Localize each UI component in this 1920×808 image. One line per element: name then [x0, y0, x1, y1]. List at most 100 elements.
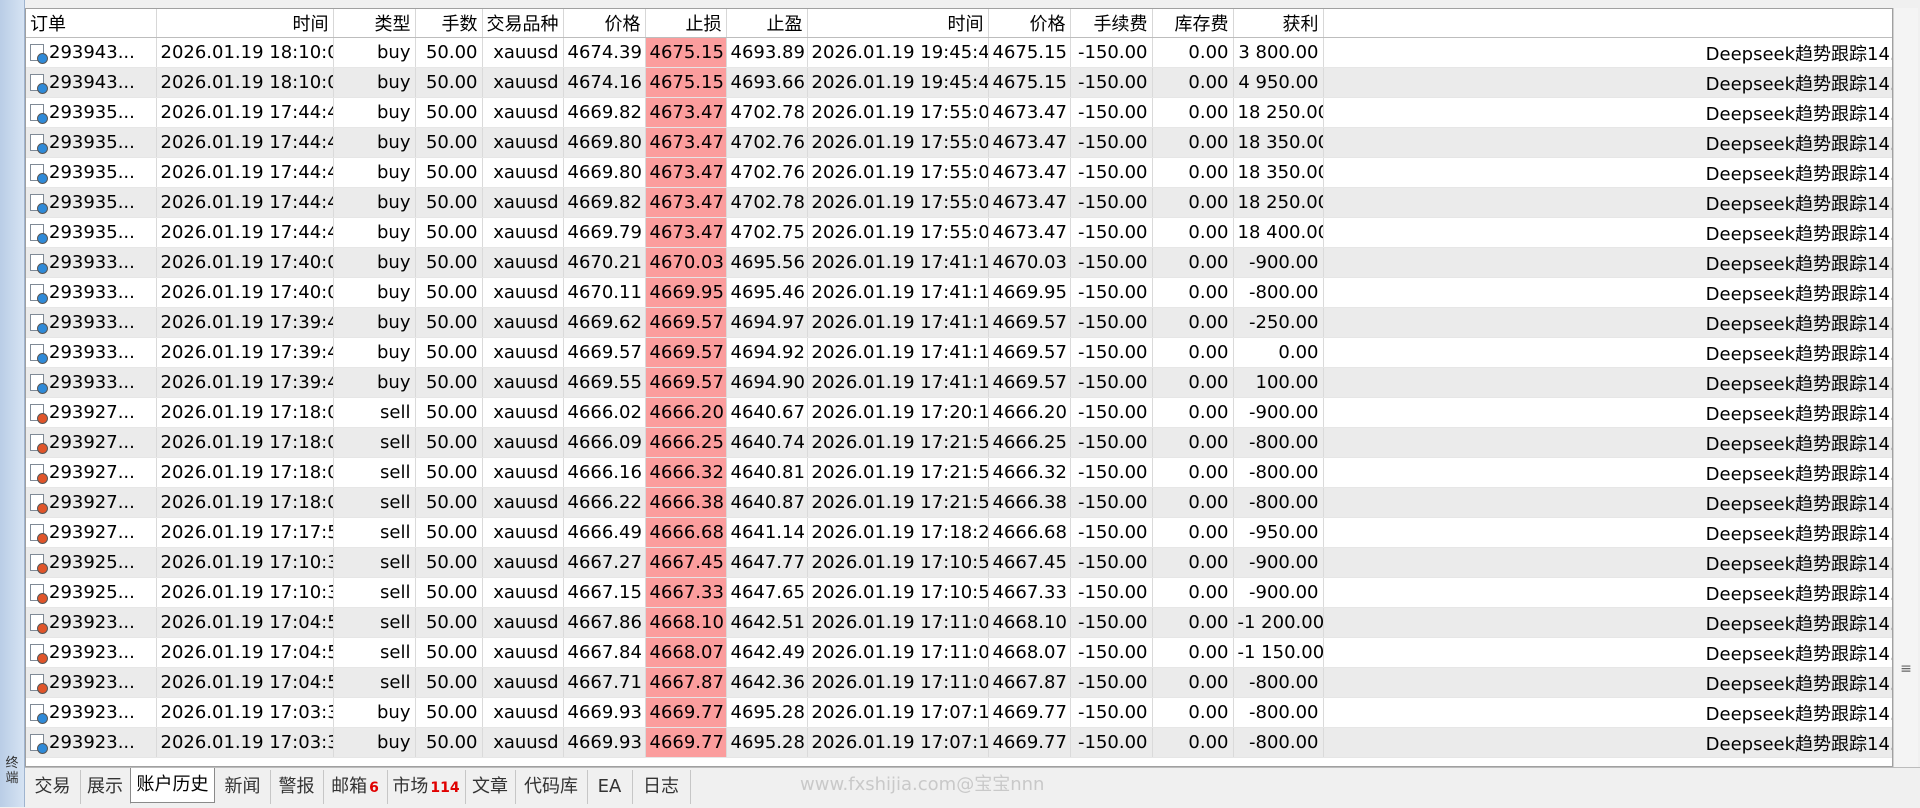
account-history-grid[interactable]: 订单 时间 类型 手数 交易品种 价格 止损 止盈 时间 价格 手续费 库存费 … — [25, 8, 1893, 767]
cell-order: 293925... — [26, 547, 157, 578]
table-row[interactable]: 293927... 2026.01.19 17:18:03 sell 50.00 xau… — [26, 457, 1892, 488]
buy-order-icon — [30, 194, 48, 214]
tab-label: 交易 — [34, 776, 71, 797]
col-header-type[interactable]: 类型 — [333, 9, 416, 38]
table-row[interactable]: 293935... 2026.01.19 17:44:46 buy 50.00 xauu… — [26, 157, 1892, 188]
cell-type: buy — [333, 277, 416, 308]
col-header-close-time[interactable]: 时间 — [807, 9, 989, 38]
table-row[interactable]: 293927... 2026.01.19 17:18:00 sell 50.00 xau… — [26, 487, 1892, 518]
table-row[interactable]: 293933... 2026.01.19 17:39:45 buy 50.00 xauu… — [26, 307, 1892, 338]
vertical-scrollbar[interactable]: ≡ — [1893, 8, 1918, 767]
terminal-side-strip[interactable]: 终端 — [0, 0, 25, 807]
cell-profit: 4 950.00 — [1233, 67, 1324, 98]
col-header-close-price[interactable]: 价格 — [988, 9, 1071, 38]
cell-comment: Deepseek趋势跟踪14.1_Main[sl] — [1323, 37, 1892, 68]
table-row[interactable]: 293927... 2026.01.19 17:18:03 sell 50.00 xau… — [26, 427, 1892, 458]
col-header-profit[interactable]: 获利 — [1233, 9, 1324, 38]
table-row[interactable]: 293923... 2026.01.19 17:04:50 sell 50.00 xau… — [26, 637, 1892, 668]
sell-order-icon — [30, 554, 48, 574]
table-row[interactable]: 293923... 2026.01.19 17:03:33 buy 50.00 xauu… — [26, 697, 1892, 728]
table-row[interactable]: 293927... 2026.01.19 17:18:03 sell 50.00 xau… — [26, 397, 1892, 428]
cell-stop-loss: 4669.77 — [645, 727, 727, 758]
tab-4[interactable]: 警报 — [270, 770, 324, 804]
cell-close-time: 2026.01.19 17:41:16 — [807, 277, 989, 308]
tab-6[interactable]: 市场 114 — [387, 770, 466, 804]
cell-comment: Deepseek趋势跟踪14.1_Main[sl] — [1323, 577, 1892, 608]
cell-order: 293935... — [26, 127, 157, 158]
cell-volume: 50.00 — [415, 607, 483, 638]
cell-close-price: 4669.57 — [988, 367, 1071, 398]
col-header-swap[interactable]: 库存费 — [1152, 9, 1234, 38]
cell-order: 293923... — [26, 607, 157, 638]
table-row[interactable]: 293925... 2026.01.19 17:10:34 sell 50.00 xau… — [26, 577, 1892, 608]
cell-profit: -950.00 — [1233, 517, 1324, 548]
cell-swap: 0.00 — [1152, 187, 1234, 218]
table-row[interactable]: 293935... 2026.01.19 17:44:49 buy 50.00 xauu… — [26, 97, 1892, 128]
cell-order: 293927... — [26, 427, 157, 458]
cell-price: 4669.62 — [563, 307, 646, 338]
table-row[interactable]: 293935... 2026.01.19 17:44:46 buy 50.00 xauu… — [26, 127, 1892, 158]
table-row[interactable]: 293933... 2026.01.19 17:39:41 buy 50.00 xauu… — [26, 337, 1892, 368]
col-header-take-profit[interactable]: 止盈 — [726, 9, 808, 38]
table-row[interactable]: 293943... 2026.01.19 18:10:07 buy 50.00 xauu… — [26, 67, 1892, 98]
table-row[interactable]: 293933... 2026.01.19 17:40:07 buy 50.00 xauu… — [26, 277, 1892, 308]
tab-0[interactable]: 交易 — [25, 770, 81, 804]
cell-type: buy — [333, 307, 416, 338]
cell-volume: 50.00 — [415, 97, 483, 128]
cell-stop-loss: 4669.77 — [645, 697, 727, 728]
scroll-grip-icon[interactable]: ≡ — [1898, 658, 1914, 680]
table-row[interactable]: 293925... 2026.01.19 17:10:32 sell 50.00 xau… — [26, 547, 1892, 578]
cell-open-time: 2026.01.19 17:18:03 — [156, 397, 334, 428]
cell-type: sell — [333, 487, 416, 518]
col-header-symbol[interactable]: 交易品种 — [482, 9, 564, 38]
cell-commission: -150.00 — [1070, 67, 1153, 98]
col-header-volume[interactable]: 手数 — [415, 9, 483, 38]
col-header-open-time[interactable]: 时间 — [156, 9, 334, 38]
tab-10[interactable]: 日志 — [632, 770, 691, 804]
cell-open-time: 2026.01.19 17:40:07 — [156, 277, 334, 308]
col-header-price[interactable]: 价格 — [563, 9, 646, 38]
cell-symbol: xauusd — [482, 97, 564, 128]
cell-take-profit: 4640.74 — [726, 427, 808, 458]
cell-open-time: 2026.01.19 17:04:50 — [156, 637, 334, 668]
col-header-comment[interactable]: 注释▿ — [1323, 9, 1892, 38]
col-header-commission[interactable]: 手续费 — [1070, 9, 1153, 38]
tab-3[interactable]: 新闻 — [215, 770, 271, 804]
table-row[interactable]: 293933... 2026.01.19 17:40:07 buy 50.00 xauu… — [26, 247, 1892, 278]
cell-take-profit: 4642.49 — [726, 637, 808, 668]
tab-1[interactable]: 展示 — [80, 770, 131, 804]
col-header-order[interactable]: 订单 — [26, 9, 157, 38]
table-row[interactable]: 293943... 2026.01.19 18:10:08 buy 50.00 xauu… — [26, 37, 1892, 68]
cell-price: 4669.82 — [563, 97, 646, 128]
col-header-stop-loss[interactable]: 止损 — [645, 9, 727, 38]
table-row[interactable]: 293923... 2026.01.19 17:03:33 buy 50.00 xauu… — [26, 727, 1892, 758]
table-row[interactable]: 293933... 2026.01.19 17:39:41 buy 50.00 xauu… — [26, 367, 1892, 398]
cell-close-price: 4673.47 — [988, 217, 1071, 248]
cell-close-price: 4670.03 — [988, 247, 1071, 278]
cell-swap: 0.00 — [1152, 217, 1234, 248]
cell-profit: -900.00 — [1233, 577, 1324, 608]
table-row[interactable]: 293935... 2026.01.19 17:44:49 buy 50.00 xauu… — [26, 187, 1892, 218]
tab-9[interactable]: EA — [587, 770, 633, 804]
cell-symbol: xauusd — [482, 307, 564, 338]
cell-close-price: 4666.32 — [988, 457, 1071, 488]
cell-symbol: xauusd — [482, 397, 564, 428]
cell-volume: 50.00 — [415, 337, 483, 368]
cell-order: 293943... — [26, 67, 157, 98]
cell-profit: -800.00 — [1233, 667, 1324, 698]
cell-order: 293927... — [26, 487, 157, 518]
cell-volume: 50.00 — [415, 307, 483, 338]
table-row[interactable]: 293927... 2026.01.19 17:17:59 sell 50.00 xau… — [26, 517, 1892, 548]
tab-5[interactable]: 邮箱 6 — [323, 770, 388, 804]
tab-8[interactable]: 代码库 — [515, 770, 588, 804]
cell-close-price: 4666.38 — [988, 487, 1071, 518]
table-row[interactable]: 293923... 2026.01.19 17:04:50 sell 50.00 xau… — [26, 607, 1892, 638]
cell-order: 293923... — [26, 727, 157, 758]
buy-order-icon — [30, 74, 48, 94]
tab-7[interactable]: 文章 — [465, 770, 516, 804]
table-row[interactable]: 293923... 2026.01.19 17:04:51 sell 50.00 xau… — [26, 667, 1892, 698]
tab-2[interactable]: 账户历史 — [130, 768, 215, 803]
cell-symbol: xauusd — [482, 607, 564, 638]
table-row[interactable]: 293935... 2026.01.19 17:44:45 buy 50.00 xauu… — [26, 217, 1892, 248]
cell-order: 293925... — [26, 577, 157, 608]
